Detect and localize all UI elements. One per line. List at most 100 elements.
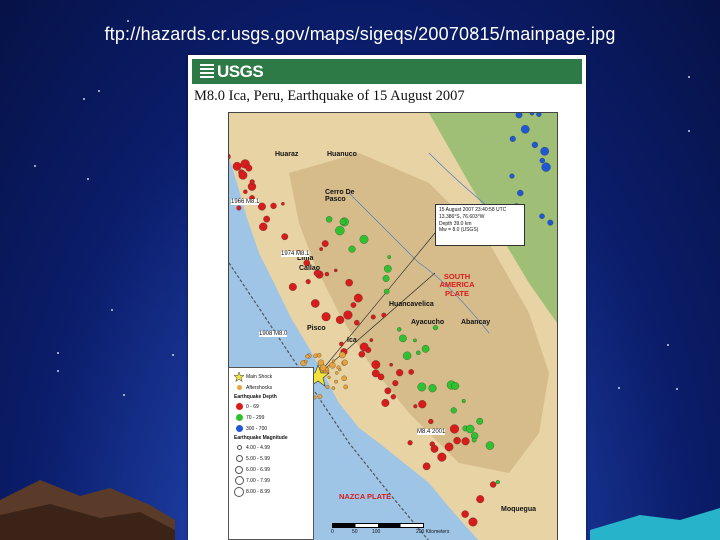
intermediate-quake-marker	[416, 350, 421, 355]
shallow-quake-marker	[381, 399, 390, 407]
shallow-quake-marker	[437, 452, 447, 462]
shallow-quake-marker	[369, 338, 374, 342]
shallow-quake-marker	[281, 233, 289, 241]
star-dot	[122, 394, 125, 397]
star-dot	[83, 97, 86, 100]
scale-label: 50	[352, 529, 358, 535]
shallow-quake-marker	[389, 362, 393, 367]
aftershock-marker	[336, 365, 341, 370]
legend-row-magnitude: 8.00 - 8.99	[232, 486, 310, 497]
intermediate-quake-marker	[450, 407, 457, 414]
deep-quake-marker	[541, 162, 551, 172]
aftershock-marker	[304, 359, 308, 364]
magnitude-circle-icon	[232, 476, 246, 485]
intermediate-quake-marker	[397, 327, 402, 332]
legend-row-main-shock: Main Shock	[232, 371, 310, 382]
historic-quake-label: 1966 M8.1	[231, 199, 260, 205]
aftershock-marker	[331, 359, 335, 363]
shallow-quake-marker	[288, 282, 297, 291]
aftershock-marker	[343, 384, 348, 390]
legend-label: 300 - 700	[246, 425, 268, 432]
star-dot	[667, 344, 670, 347]
intermediate-quake-marker	[465, 424, 475, 434]
star-dot	[97, 89, 100, 92]
shallow-quake-marker	[353, 293, 363, 303]
shallow-quake-marker	[243, 189, 248, 194]
city-label: Cerro De Pasco	[325, 189, 355, 203]
historic-quake-label: 1974 M8.1	[281, 251, 310, 257]
shallow-quake-marker	[335, 315, 345, 324]
shallow-quake-marker	[305, 279, 311, 285]
magnitude-circle-icon	[232, 486, 246, 497]
intermediate-quake-marker	[359, 235, 369, 244]
plate-label-nazca: NAZCA PLATE	[339, 492, 392, 501]
intermediate-quake-marker	[348, 245, 356, 253]
city-label: Huanuco	[327, 151, 357, 158]
intermediate-quake-marker	[428, 384, 437, 393]
legend-row-depth: 0 - 69	[232, 401, 310, 412]
shallow-quake-marker	[345, 278, 353, 287]
intermediate-quake-marker	[485, 441, 495, 450]
star-dot	[34, 164, 37, 167]
legend-label: 70 - 299	[246, 414, 265, 421]
shallow-quake-marker	[249, 179, 255, 185]
shallow-quake-marker	[461, 437, 470, 446]
shallow-quake-marker	[259, 222, 268, 231]
shallow-quake-marker	[310, 299, 320, 308]
legend-label: 7.00 - 7.99	[246, 477, 270, 484]
deep-quake-marker	[536, 113, 542, 117]
deep-quake-marker	[539, 213, 545, 219]
legend-label: 8.00 - 8.99	[246, 488, 270, 495]
usgs-logo: USGS	[200, 62, 264, 82]
shallow-quake-marker	[321, 240, 329, 247]
deep-quake-marker	[539, 157, 546, 164]
shallow-quake-marker	[413, 404, 418, 409]
legend-row-magnitude: 7.00 - 7.99	[232, 475, 310, 486]
legend-heading-depth: Earthquake Depth	[234, 394, 277, 400]
usgs-logo-text: USGS	[217, 62, 264, 81]
legend-row-magnitude: 4.00 - 4.99	[232, 442, 310, 453]
deep-quake-marker	[547, 219, 554, 226]
legend-label: Aftershocks	[246, 384, 273, 391]
star-icon	[232, 371, 246, 382]
deep-quake-marker	[509, 173, 515, 179]
shallow-quake-marker	[489, 481, 497, 488]
intermediate-quake-marker	[413, 338, 417, 343]
star-dot	[676, 387, 679, 390]
shallow-quake-marker	[428, 418, 434, 425]
star-dot	[618, 387, 621, 390]
star-dot	[688, 75, 691, 78]
aftershock-dot-icon	[232, 385, 246, 390]
legend-row-magnitude: 6.00 - 6.99	[232, 464, 310, 475]
shallow-quake-marker	[418, 400, 427, 409]
map-title: M8.0 Ica, Peru, Earthquake of 15 August …	[194, 88, 465, 104]
city-label: Moquegua	[501, 506, 536, 513]
scale-label: 200 Kilometers	[416, 529, 450, 535]
info-line: 13.386°S, 76.603°W	[439, 213, 485, 220]
intermediate-quake-marker	[399, 334, 407, 343]
star-dot	[56, 351, 59, 354]
city-label: Huaraz	[275, 151, 299, 158]
historic-quake-label: M8.4 2001	[417, 429, 446, 435]
magnitude-circle-icon	[232, 465, 246, 474]
intermediate-quake-marker	[451, 382, 460, 390]
shallow-quake-marker	[263, 215, 271, 223]
intermediate-quake-marker	[387, 255, 392, 259]
shallow-quake-marker	[270, 202, 277, 210]
shallow-quake-marker	[371, 360, 381, 370]
aftershock-marker	[335, 371, 339, 375]
intermediate-quake-marker	[335, 225, 345, 236]
shallow-quake-marker	[245, 164, 253, 172]
intermediate-quake-marker	[383, 288, 390, 295]
aftershock-marker	[327, 375, 331, 379]
info-line: Depth 39.0 km	[439, 220, 472, 227]
shallow-quake-marker	[384, 387, 392, 395]
shallow-quake-marker	[350, 302, 357, 308]
intermediate-quake-marker	[471, 437, 477, 443]
legend-row-aftershocks: Aftershocks	[232, 382, 310, 393]
deep-quake-marker	[531, 141, 538, 148]
intermediate-quake-marker	[495, 480, 500, 485]
scale-label: 0	[331, 529, 334, 535]
aftershock-marker	[339, 351, 346, 359]
magnitude-circle-icon	[232, 455, 246, 462]
